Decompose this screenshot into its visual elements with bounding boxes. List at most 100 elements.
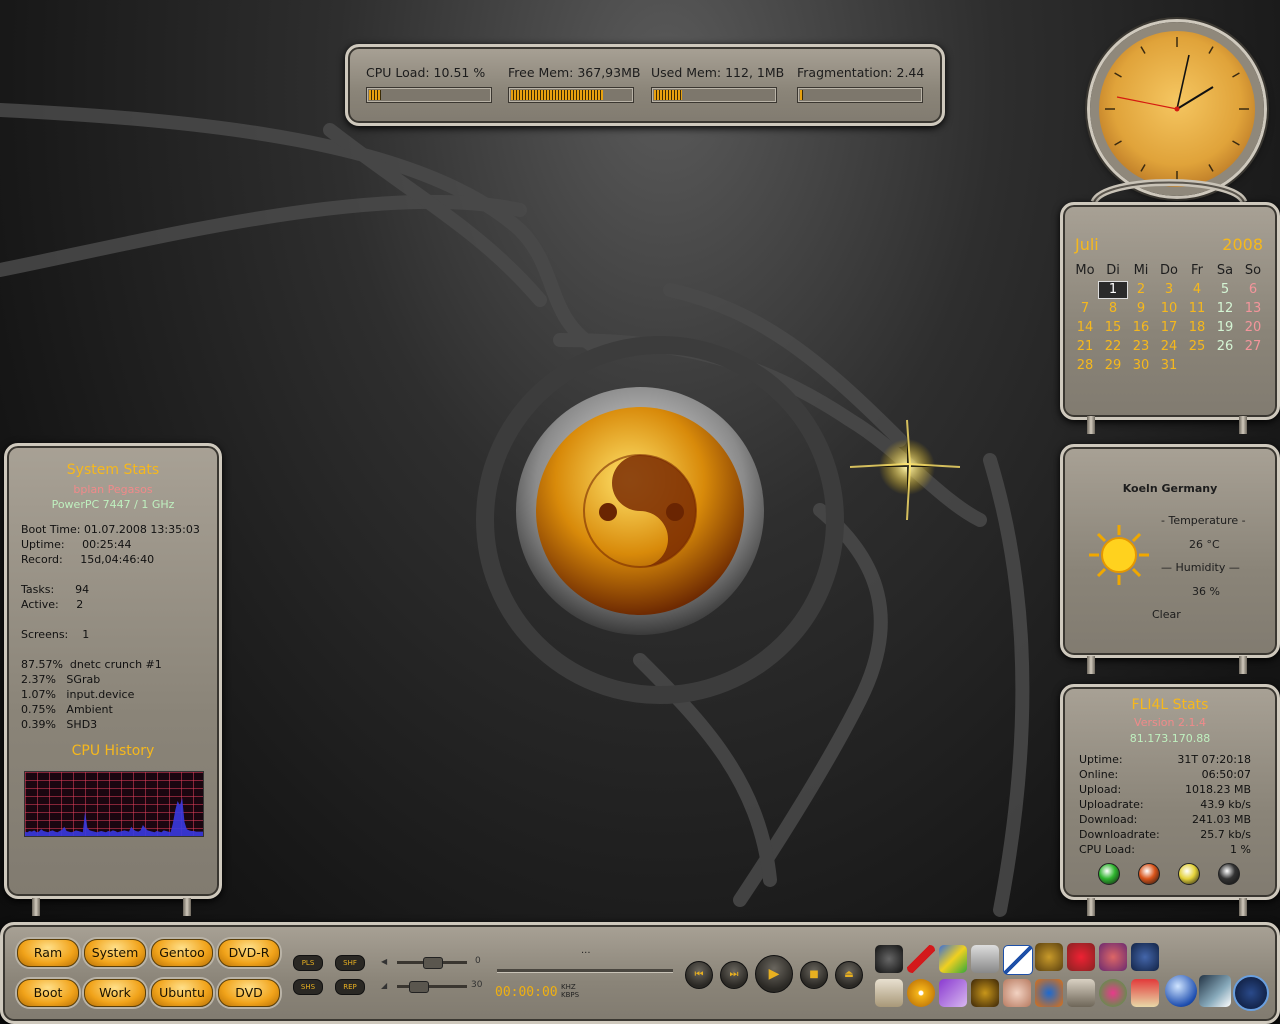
document-viewer-icon[interactable] (971, 945, 999, 973)
shs-button[interactable]: SHS (293, 979, 323, 995)
viewer-icon[interactable] (971, 979, 999, 1007)
calendar-day[interactable]: 20 (1239, 320, 1267, 336)
calendar-day[interactable]: 2 (1127, 282, 1155, 298)
balance-slider[interactable] (397, 981, 467, 993)
calendar-day[interactable]: 23 (1127, 339, 1155, 355)
cpu-history-area (25, 798, 203, 836)
calendar-day[interactable]: 18 (1183, 320, 1211, 336)
volume-slider-handle[interactable] (423, 957, 443, 969)
camera-icon[interactable] (875, 945, 903, 973)
arcade-icon[interactable] (1099, 943, 1127, 971)
weekday-label: Fr (1191, 263, 1203, 278)
fli4l-value: 1 % (1230, 843, 1251, 856)
calendar-day[interactable]: 28 (1071, 358, 1099, 374)
blocks-icon[interactable] (939, 945, 967, 973)
process-3: 1.07% input.device (21, 688, 135, 701)
playlist-button[interactable]: PLS (293, 955, 323, 971)
calendar-day[interactable]: 13 (1239, 301, 1267, 317)
calendar-day[interactable]: 12 (1211, 301, 1239, 317)
cpu-history-plot (25, 798, 203, 836)
play-button[interactable]: ▶ (755, 955, 793, 993)
panel-connector (1087, 416, 1095, 434)
drawing-app-icon[interactable] (1003, 945, 1033, 975)
pdf-reader-icon[interactable] (907, 945, 935, 973)
launch-dvdr-button[interactable]: DVD-R (218, 939, 280, 967)
network-icon[interactable] (1035, 979, 1063, 1007)
calendar-day[interactable]: 19 (1211, 320, 1239, 336)
stop-icon: ■ (809, 969, 819, 980)
stop-button[interactable]: ■ (800, 961, 828, 989)
fli4l-key: Uploadrate: (1079, 798, 1144, 811)
khz-label: KHZ (561, 983, 576, 991)
free-mem-bar (508, 87, 634, 103)
calendar-day[interactable]: 17 (1155, 320, 1183, 336)
calendar-day[interactable]: 6 (1239, 282, 1267, 298)
calendar-day[interactable]: 16 (1127, 320, 1155, 336)
mail-icon[interactable] (1199, 975, 1231, 1007)
calendar-day[interactable]: 22 (1099, 339, 1127, 355)
tasks: Tasks: 94 (21, 583, 90, 596)
character-icon[interactable] (1003, 979, 1031, 1007)
desktop: { "topbar": { "meters": [ {"label": "CPU… (0, 0, 1280, 1024)
calendar-day[interactable]: 30 (1127, 358, 1155, 374)
calendar-day[interactable]: 26 (1211, 339, 1239, 355)
temperature-label: - Temperature - (1161, 514, 1246, 527)
calendar-day[interactable]: 27 (1239, 339, 1267, 355)
scanner-icon[interactable] (1067, 979, 1095, 1007)
shuffle-button[interactable]: SHF (335, 955, 365, 971)
calendar-day[interactable]: 11 (1183, 301, 1211, 317)
calendar-day[interactable]: 9 (1127, 301, 1155, 317)
launch-dvd-button[interactable]: DVD (218, 979, 280, 1007)
clock-second-hand (1116, 96, 1178, 110)
launch-work-button[interactable]: Work (84, 979, 146, 1007)
fli4l-row: Uploadrate: 43.9 kb/s (1079, 798, 1251, 811)
package-icon[interactable] (875, 979, 903, 1007)
calendar-day[interactable]: 31 (1155, 358, 1183, 374)
process-2: 2.37% SGrab (21, 673, 101, 686)
launch-ram-button[interactable]: Ram (17, 939, 79, 967)
calendar-day[interactable]: 15 (1099, 320, 1127, 336)
previous-button[interactable]: ⏮ (685, 961, 713, 989)
calendar-day[interactable]: 5 (1211, 282, 1239, 298)
temperature-value: 26 °C (1189, 538, 1220, 551)
calendar-day[interactable]: 4 (1183, 282, 1211, 298)
sysstats-title: System Stats (66, 462, 160, 478)
status-led-green (1098, 863, 1120, 885)
cd-burner-icon[interactable] (907, 979, 935, 1007)
calendar-day[interactable]: 7 (1071, 301, 1099, 317)
calendar-day[interactable]: 14 (1071, 320, 1099, 336)
eject-button[interactable]: ⏏ (835, 961, 863, 989)
balance-slider-handle[interactable] (409, 981, 429, 993)
seek-bar[interactable] (497, 969, 673, 973)
launch-system-button[interactable]: System (84, 939, 146, 967)
calendar-day[interactable]: 25 (1183, 339, 1211, 355)
next-button[interactable]: ⏭ (720, 961, 748, 989)
sonic-icon[interactable] (1131, 943, 1159, 971)
fli4l-key: CPU Load: (1079, 843, 1135, 856)
calendar-day[interactable]: 29 (1099, 358, 1127, 374)
calendar-year: 2008 (1222, 235, 1263, 254)
calendar-day[interactable]: 10 (1155, 301, 1183, 317)
gift-icon[interactable] (1131, 979, 1159, 1007)
game-icon[interactable] (1035, 943, 1063, 971)
volume-slider[interactable] (397, 957, 467, 969)
used-mem-fill (654, 90, 682, 100)
calendar-day[interactable]: 1 (1098, 281, 1128, 299)
calendar-day[interactable]: 3 (1155, 282, 1183, 298)
globe-icon[interactable] (1165, 975, 1197, 1007)
weekday-label: Mo (1075, 263, 1095, 278)
launch-gentoo-button[interactable]: Gentoo (151, 939, 213, 967)
editor-icon[interactable] (939, 979, 967, 1007)
paint-icon[interactable] (1099, 979, 1127, 1007)
emulator-icon[interactable] (1067, 943, 1095, 971)
used-mem-label: Used Mem: 112, 1MB (651, 65, 785, 80)
sync-icon[interactable] (1233, 975, 1269, 1011)
launch-boot-button[interactable]: Boot (17, 979, 79, 1007)
panel-connector (1239, 898, 1247, 916)
calendar-day[interactable]: 24 (1155, 339, 1183, 355)
calendar-day[interactable]: 8 (1099, 301, 1127, 317)
launch-ubuntu-button[interactable]: Ubuntu (151, 979, 213, 1007)
calendar-day[interactable]: 21 (1071, 339, 1099, 355)
repeat-button[interactable]: REP (335, 979, 365, 995)
sysstats-machine: bplan Pegasos (73, 483, 153, 496)
